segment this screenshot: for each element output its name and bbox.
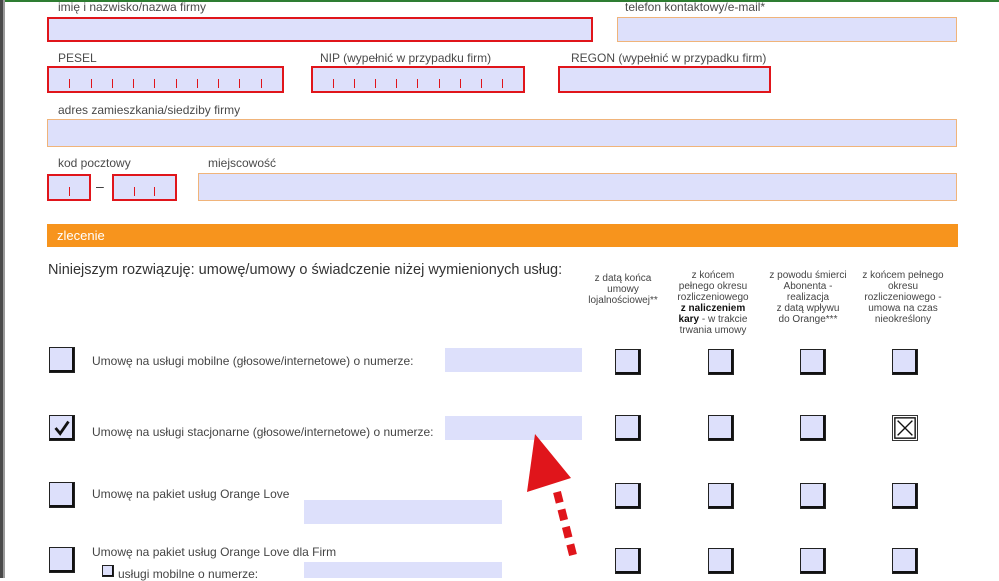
service-mobile-number-field[interactable] — [445, 348, 582, 372]
postal-code-part2-separators — [114, 187, 175, 196]
postal-code-part2-field[interactable] — [112, 174, 177, 201]
sub-option-mobile-number-field[interactable] — [304, 562, 502, 578]
nip-digit-separators — [313, 79, 523, 88]
service-landline-col1-checkbox[interactable] — [615, 415, 641, 441]
service-orange-love-label: Umowę na pakiet usług Orange Love — [92, 487, 290, 501]
nip-label: NIP (wypełnić w przypadku firm) — [320, 51, 492, 65]
service-mobile-checkbox[interactable] — [49, 347, 75, 373]
service-orange-love-firm-col3-checkbox[interactable] — [800, 548, 826, 574]
regon-label: REGON (wypełnić w przypadku firm) — [571, 51, 767, 65]
section-title: zlecenie — [57, 228, 105, 243]
pesel-digit-separators — [49, 79, 282, 88]
service-orange-love-firm-col1-checkbox[interactable] — [615, 548, 641, 574]
service-orange-love-firm-checkbox[interactable] — [49, 547, 75, 573]
x-mark-icon — [894, 417, 916, 439]
column-header-loyalty-end: z datą końca umowy lojalnościowej** — [588, 273, 658, 306]
nip-field[interactable] — [311, 66, 525, 93]
service-mobile-col3-checkbox[interactable] — [800, 349, 826, 375]
service-orange-love-col1-checkbox[interactable] — [615, 483, 641, 509]
name-field[interactable] — [47, 17, 593, 42]
service-orange-love-col4-checkbox[interactable] — [892, 483, 918, 509]
address-field[interactable] — [47, 119, 957, 147]
regon-field[interactable] — [558, 66, 771, 93]
window-left-edge-inner — [3, 0, 5, 578]
postal-code-label: kod pocztowy — [58, 156, 131, 170]
contact-label: telefon kontaktowy/e-mail* — [625, 0, 766, 14]
section-bar: zlecenie — [47, 224, 958, 247]
dotted-arrow-icon — [527, 434, 577, 556]
service-orange-love-field[interactable] — [304, 500, 502, 524]
postal-code-dash: – — [96, 178, 104, 194]
city-field[interactable] — [198, 173, 957, 201]
service-orange-love-checkbox[interactable] — [49, 482, 75, 508]
postal-code-part1-separators — [49, 187, 89, 196]
sub-option-mobile-checkbox[interactable] — [102, 565, 114, 577]
name-label: imię i nazwisko/nazwa firmy — [58, 0, 207, 14]
column-header-indefinite: z końcem pełnego okresu rozliczeniowego -u… — [862, 270, 944, 325]
address-label: adres zamieszkania/siedziby firmy — [58, 103, 241, 117]
service-mobile-col1-checkbox[interactable] — [615, 349, 641, 375]
postal-code-part1-field[interactable] — [47, 174, 91, 201]
contact-field[interactable] — [617, 17, 957, 42]
service-orange-love-firm-col2-checkbox[interactable] — [708, 548, 734, 574]
column-header-with-penalty: z końcem pełnego okresu rozliczeniowego z … — [677, 270, 749, 336]
service-orange-love-firm-label: Umowę na pakiet usług Orange Love dla Fi… — [92, 545, 337, 559]
pesel-label: PESEL — [58, 51, 97, 65]
pesel-field[interactable] — [47, 66, 284, 93]
service-orange-love-col2-checkbox[interactable] — [708, 483, 734, 509]
service-mobile-label: Umowę na usługi mobilne (głosowe/interne… — [92, 354, 414, 368]
service-landline-col3-checkbox[interactable] — [800, 415, 826, 441]
service-mobile-col4-checkbox[interactable] — [892, 349, 918, 375]
service-landline-checkbox[interactable] — [49, 415, 75, 441]
service-landline-label: Umowę na usługi stacjonarne (głosowe/int… — [92, 425, 434, 439]
sub-option-mobile-label: usługi mobilne o numerze: — [118, 567, 259, 581]
column-header-death: z powodu śmierci Abonenta - realizacja z da… — [769, 270, 847, 325]
city-label: miejscowość — [208, 156, 277, 170]
checkmark-icon — [54, 420, 70, 436]
termination-intro-text: Niniejszym rozwiązuję: umowę/umowy o świ… — [48, 262, 563, 278]
service-landline-col2-checkbox[interactable] — [708, 415, 734, 441]
service-mobile-col2-checkbox[interactable] — [708, 349, 734, 375]
service-orange-love-col3-checkbox[interactable] — [800, 483, 826, 509]
service-orange-love-firm-col4-checkbox[interactable] — [892, 548, 918, 574]
service-landline-col4-checkbox[interactable] — [892, 415, 918, 441]
